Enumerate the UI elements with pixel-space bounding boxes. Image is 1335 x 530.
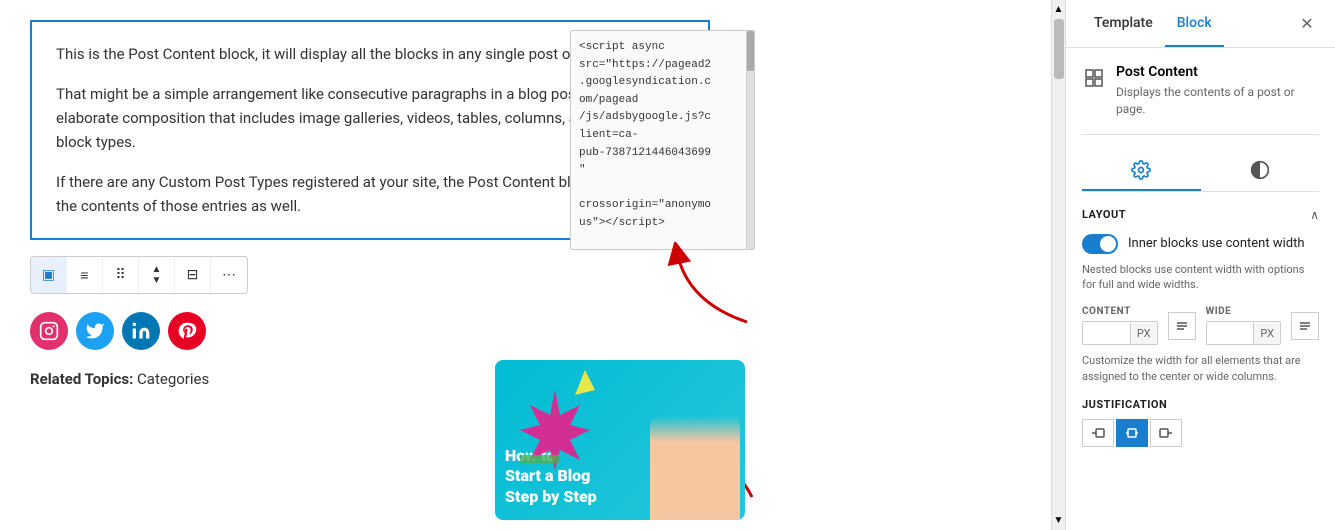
- content-align-btn[interactable]: [1168, 312, 1196, 340]
- related-topics-value: Categories: [137, 370, 209, 388]
- content-col: CONTENT PX: [1082, 306, 1158, 345]
- layout-chevron[interactable]: ∧: [1310, 208, 1319, 222]
- toggle-row: Inner blocks use content width: [1082, 234, 1319, 254]
- block-description: Displays the contents of a post or page.: [1116, 84, 1319, 118]
- related-topics-label: Related Topics:: [30, 370, 133, 388]
- content-wide-row: CONTENT PX WIDE PX: [1082, 306, 1319, 345]
- toolbar-arrows[interactable]: ▲▼: [139, 257, 175, 293]
- block-title: Post Content: [1116, 64, 1319, 80]
- inner-blocks-toggle[interactable]: [1082, 234, 1118, 254]
- wide-width-input[interactable]: [1207, 322, 1254, 344]
- toolbar-more[interactable]: ⋯: [211, 257, 247, 293]
- toggle-label: Inner blocks use content width: [1128, 236, 1305, 251]
- layout-section-header: Layout ∧: [1082, 208, 1319, 222]
- code-content: <script async src="https://pagead2 .goog…: [571, 31, 754, 241]
- editor-scrollbar[interactable]: ▲ ▼: [1051, 0, 1065, 530]
- toolbar-dots-grid[interactable]: ⠿: [103, 257, 139, 293]
- sidebar-header: Template Block ✕: [1066, 0, 1335, 48]
- block-icon: [1082, 66, 1106, 90]
- code-panel: <script async src="https://pagead2 .goog…: [570, 30, 755, 250]
- block-toolbar: ▣ ≡ ⠿ ▲▼ ⊟ ⋯: [30, 256, 248, 294]
- tab-block[interactable]: Block: [1165, 0, 1224, 47]
- wide-col: WIDE PX: [1206, 306, 1282, 345]
- close-button[interactable]: ✕: [1295, 12, 1319, 36]
- wide-label: WIDE: [1206, 306, 1282, 317]
- instagram-icon[interactable]: [30, 312, 68, 350]
- just-left-btn[interactable]: [1082, 419, 1114, 447]
- settings-tabs: [1082, 151, 1319, 192]
- tab-template[interactable]: Template: [1082, 0, 1165, 47]
- justification-label: JUSTIFICATION: [1082, 398, 1319, 411]
- pinterest-icon[interactable]: [168, 312, 206, 350]
- toolbar-align-center-icon[interactable]: ⊟: [175, 257, 211, 293]
- wide-align-btn[interactable]: [1291, 312, 1319, 340]
- toggle-description: Nested blocks use content width with opt…: [1082, 262, 1319, 293]
- wide-input-wrapper: PX: [1206, 321, 1282, 345]
- just-center-btn[interactable]: [1116, 419, 1148, 447]
- social-icons-row: [30, 312, 1035, 350]
- content-label: CONTENT: [1082, 306, 1158, 317]
- linkedin-icon[interactable]: [122, 312, 160, 350]
- scroll-down[interactable]: ▼: [1054, 515, 1064, 526]
- blog-image-card: How toStart a BlogStep by Step: [495, 360, 745, 520]
- block-info: Post Content Displays the contents of a …: [1082, 64, 1319, 135]
- person-silhouette: [650, 390, 740, 520]
- sidebar-content: Post Content Displays the contents of a …: [1066, 48, 1335, 530]
- just-right-btn[interactable]: [1150, 419, 1182, 447]
- code-panel-scrollbar-thumb: [747, 31, 754, 71]
- twitter-icon[interactable]: [76, 312, 114, 350]
- layout-section-title: Layout: [1082, 208, 1126, 221]
- scroll-thumb: [1054, 19, 1064, 79]
- wide-unit: PX: [1253, 323, 1280, 344]
- settings-tab-gear[interactable]: [1082, 151, 1201, 191]
- justification-row: [1082, 419, 1319, 447]
- content-input-wrapper: PX: [1082, 321, 1158, 345]
- right-sidebar: Template Block ✕ Post Content Displays t…: [1065, 0, 1335, 530]
- toggle-knob: [1100, 236, 1116, 252]
- scroll-up[interactable]: ▲: [1054, 4, 1064, 15]
- width-description: Customize the width for all elements tha…: [1082, 353, 1319, 384]
- toolbar-align-left[interactable]: ≡: [67, 257, 103, 293]
- block-info-text: Post Content Displays the contents of a …: [1116, 64, 1319, 118]
- toolbar-layout-icon[interactable]: ▣: [31, 257, 67, 293]
- content-width-input[interactable]: [1083, 322, 1130, 344]
- settings-tab-contrast[interactable]: [1201, 151, 1320, 191]
- code-panel-scrollbar[interactable]: [746, 31, 754, 249]
- content-unit: PX: [1130, 323, 1157, 344]
